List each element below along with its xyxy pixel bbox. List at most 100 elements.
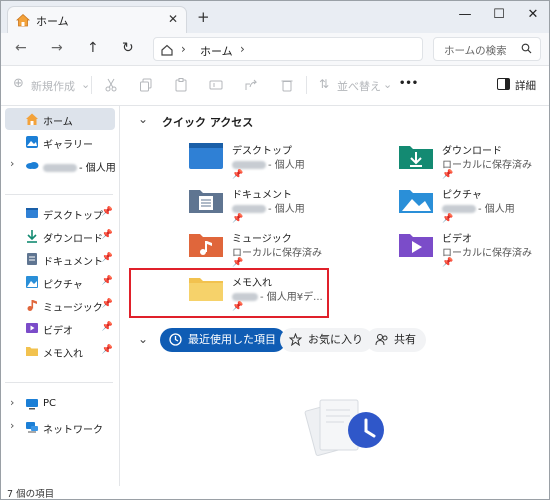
chevron-right-icon: › xyxy=(10,396,15,409)
new-tab-button[interactable]: + xyxy=(197,10,210,25)
highlight-box xyxy=(129,268,329,318)
pin-icon[interactable]: 📌 xyxy=(102,276,113,286)
sidebar-item-desktop[interactable]: デスクトップ 📌 xyxy=(5,202,115,224)
sidebar-item-pc[interactable]: › PC xyxy=(5,393,115,415)
file-explorer-window: ホーム ✕ + — ☐ ✕ ← → ↑ ↻ › ホーム › ホームの検索 ⊕ 新… xyxy=(0,0,550,500)
sidebar-item-onedrive[interactable]: › - 個人用 xyxy=(5,154,116,176)
details-pane-button[interactable]: 詳細 xyxy=(497,77,543,93)
sidebar-item-gallery[interactable]: ギャラリー xyxy=(5,131,115,153)
item-name: デスクトップ xyxy=(232,146,292,157)
blurred-account-name xyxy=(442,205,476,213)
pin-icon: 📌 xyxy=(442,214,454,224)
up-button[interactable]: ↑ xyxy=(87,41,99,55)
item-name: ビデオ xyxy=(442,234,472,245)
tab-title: ホーム xyxy=(36,15,69,28)
star-icon xyxy=(289,333,302,346)
pin-icon[interactable]: 📌 xyxy=(102,230,113,240)
cut-icon[interactable] xyxy=(104,78,118,92)
sort-label: 並べ替え xyxy=(337,80,381,93)
pin-icon[interactable]: 📌 xyxy=(102,207,113,217)
pictures-folder-icon xyxy=(399,190,433,213)
sidebar-item-label: ミュージック xyxy=(43,303,103,314)
quick-access-item-desktop[interactable]: デスクトップ - 個人用 📌 xyxy=(188,142,368,186)
pin-icon: 📌 xyxy=(232,214,244,224)
breadcrumb-separator-icon: › xyxy=(181,42,186,56)
plus-circle-icon: ⊕ xyxy=(13,76,24,91)
close-button[interactable]: ✕ xyxy=(523,7,543,22)
tab-close-icon[interactable]: ✕ xyxy=(168,12,178,26)
more-options-button[interactable]: ••• xyxy=(399,78,418,89)
delete-icon[interactable] xyxy=(280,78,294,92)
tab-home[interactable]: ホーム ✕ xyxy=(7,6,187,33)
pin-icon[interactable]: 📌 xyxy=(102,253,113,263)
tab-recent-label: 最近使用した項目 xyxy=(188,333,276,346)
copy-icon[interactable] xyxy=(139,78,153,92)
minimize-button[interactable]: — xyxy=(455,7,475,22)
tab-shared[interactable]: 共有 xyxy=(366,328,426,352)
divider xyxy=(306,76,307,94)
chevron-down-icon: ⌄ xyxy=(383,78,393,91)
download-icon xyxy=(27,230,37,243)
people-icon xyxy=(375,334,388,346)
gallery-icon xyxy=(26,136,38,148)
pictures-icon xyxy=(26,276,38,288)
blurred-account-name xyxy=(232,205,266,213)
pin-icon[interactable]: 📌 xyxy=(102,345,113,355)
status-bar: 7 個の項目 xyxy=(1,486,549,499)
sidebar-item-music[interactable]: ミュージック 📌 xyxy=(5,294,115,316)
back-button[interactable]: ← xyxy=(15,41,27,55)
breadcrumb-home[interactable]: ホーム xyxy=(200,43,233,59)
music-folder-icon xyxy=(189,234,223,257)
item-name: ドキュメント xyxy=(232,190,292,201)
tab-favorites[interactable]: お気に入り xyxy=(280,328,373,352)
tab-recent[interactable]: 最近使用した項目 xyxy=(160,328,286,352)
quick-access-item-downloads[interactable]: ダウンロード ローカルに保存済み 📌 xyxy=(398,142,549,186)
share-icon[interactable] xyxy=(244,78,258,92)
divider xyxy=(91,76,92,94)
chevron-right-icon: › xyxy=(10,419,15,432)
documents-folder-icon xyxy=(189,190,223,213)
address-bar[interactable]: › ホーム › xyxy=(153,37,423,61)
sidebar-item-label: ネットワーク xyxy=(43,425,103,436)
forward-button[interactable]: → xyxy=(51,41,63,55)
rename-icon[interactable] xyxy=(209,78,223,92)
home-outline-icon xyxy=(161,44,173,56)
quick-access-item-videos[interactable]: ビデオ ローカルに保存済み 📌 xyxy=(398,230,549,274)
item-location: ローカルに保存済み xyxy=(232,248,322,259)
sidebar-item-home[interactable]: ホーム xyxy=(5,108,115,130)
pin-icon: 📌 xyxy=(232,170,244,180)
sidebar-item-documents[interactable]: ドキュメント 📌 xyxy=(5,248,115,270)
quick-access-item-documents[interactable]: ドキュメント - 個人用 📌 xyxy=(188,186,368,230)
item-name: ダウンロード xyxy=(442,146,502,157)
paste-icon[interactable] xyxy=(174,78,188,92)
videos-icon xyxy=(26,323,38,333)
item-name: ミュージック xyxy=(232,234,292,245)
blurred-account-name xyxy=(232,161,266,169)
quick-access-item-pictures[interactable]: ピクチャ - 個人用 📌 xyxy=(398,186,549,230)
navigation-bar: ← → ↑ ↻ › ホーム › ホームの検索 xyxy=(1,33,549,65)
sidebar-item-label: ダウンロード xyxy=(43,234,103,245)
sidebar-item-downloads[interactable]: ダウンロード 📌 xyxy=(5,225,115,247)
sidebar-item-videos[interactable]: ビデオ 📌 xyxy=(5,317,115,339)
refresh-button[interactable]: ↻ xyxy=(122,41,134,55)
chevron-down-icon[interactable]: ⌄ xyxy=(138,332,148,346)
sidebar-item-pictures[interactable]: ピクチャ 📌 xyxy=(5,271,115,293)
pin-icon[interactable]: 📌 xyxy=(102,322,113,332)
navigation-pane: ホーム ギャラリー › - 個人用 デスクトップ 📌 ダウンロード 📌 ドキュメ… xyxy=(1,106,119,486)
chevron-down-icon[interactable]: ⌄ xyxy=(138,112,148,126)
quick-access-header[interactable]: クイック アクセス xyxy=(162,114,253,130)
onedrive-icon xyxy=(26,162,39,169)
sidebar-item-network[interactable]: › ネットワーク xyxy=(5,416,115,438)
pc-icon xyxy=(26,399,38,410)
recent-files-empty-illustration xyxy=(304,399,384,456)
pin-icon[interactable]: 📌 xyxy=(102,299,113,309)
maximize-button[interactable]: ☐ xyxy=(489,7,509,22)
breadcrumb-separator-icon: › xyxy=(240,42,245,56)
search-input[interactable]: ホームの検索 xyxy=(433,37,541,61)
search-placeholder: ホームの検索 xyxy=(444,45,507,57)
download-folder-icon xyxy=(399,146,433,169)
desktop-folder-icon xyxy=(189,143,223,169)
blurred-account-name xyxy=(43,164,77,172)
sidebar-item-memo-folder[interactable]: メモ入れ 📌 xyxy=(5,340,115,362)
command-bar: ⊕ 新規作成 ⌄ ⇅ 並べ替え ⌄ ••• 詳細 xyxy=(1,66,549,106)
